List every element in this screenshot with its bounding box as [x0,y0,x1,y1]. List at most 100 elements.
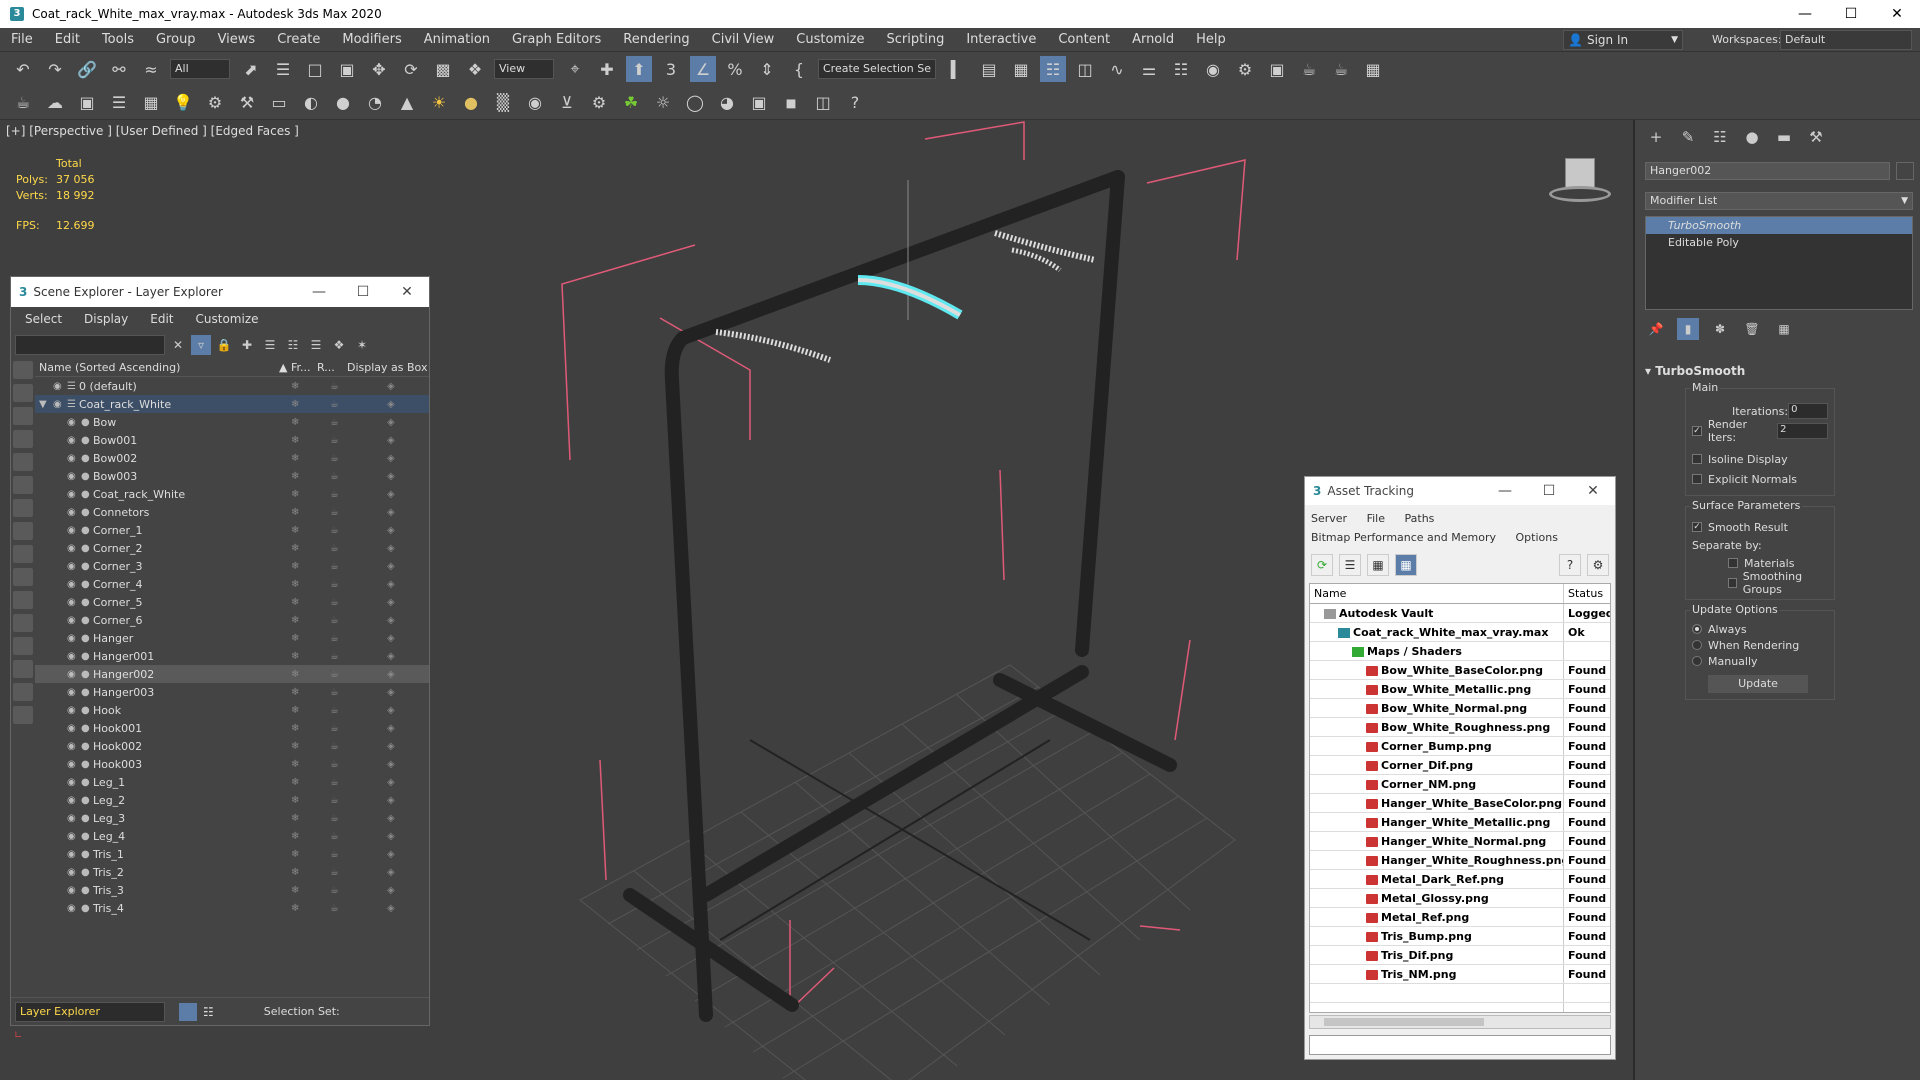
menu-file[interactable]: File [0,32,44,47]
bind-space-warp-icon[interactable]: ≈ [138,56,164,82]
modify-tab-icon[interactable]: ✎ [1675,124,1701,150]
display-box-icon[interactable]: ◈ [387,651,395,662]
se-menu-display[interactable]: Display [84,312,128,326]
asset-row[interactable]: Autodesk Vault Logged [1310,604,1610,623]
asset-row[interactable]: Metal_Dark_Ref.png Found [1310,870,1610,889]
freeze-icon[interactable]: ❄ [291,867,299,878]
render-teapot-icon[interactable]: ☕ [330,705,339,716]
maximize-icon[interactable]: ☐ [1828,0,1874,28]
menu-graph-editors[interactable]: Graph Editors [501,32,612,47]
render-teapot-icon[interactable]: ☕ [330,723,339,734]
at-menu-file[interactable]: File [1367,512,1385,525]
plant-icon[interactable]: ☘ [618,90,644,116]
visibility-eye-icon[interactable]: ◉ [67,633,76,644]
help-icon[interactable]: ? [1559,554,1581,576]
rendered-frame-icon[interactable]: ▣ [1264,56,1290,82]
scene-tree-row[interactable]: ◉ ● Tris_3 ❄ ☕ ◈ [35,881,429,899]
scene-tree-row[interactable]: ◉ ● Leg_3 ❄ ☕ ◈ [35,809,429,827]
freeze-icon[interactable]: ❄ [291,687,299,698]
filter-none-icon[interactable] [13,660,33,678]
render-teapot-icon[interactable]: ☕ [330,795,339,806]
filter-shapes-icon[interactable] [13,384,33,402]
filter-funnel-icon[interactable] [13,706,33,724]
render-setup-icon[interactable]: ⚙ [1232,56,1258,82]
at-menu-options[interactable]: Options [1515,531,1557,544]
scene-tree-row[interactable]: ◉ ● Leg_2 ❄ ☕ ◈ [35,791,429,809]
sphere-icon[interactable]: ● [330,90,356,116]
rollout-title[interactable]: ▾ TurboSmooth [1645,364,1913,382]
render-teapot-icon[interactable]: ☕ [330,435,339,446]
render-teapot-icon[interactable]: ☕ [330,813,339,824]
col-name-header[interactable]: Name [1310,584,1564,603]
freeze-icon[interactable]: ❄ [291,525,299,536]
asset-row[interactable]: Metal_Glossy.png Found [1310,889,1610,908]
menu-create[interactable]: Create [266,32,331,47]
visibility-eye-icon[interactable]: ◉ [67,561,76,572]
spinner-snap-icon[interactable]: ⇕ [754,56,780,82]
menu-rendering[interactable]: Rendering [612,32,700,47]
render-teapot-icon[interactable]: ☕ [330,651,339,662]
scene-tree-row[interactable]: ◉ ● Bow003 ❄ ☕ ◈ [35,467,429,485]
freeze-icon[interactable]: ❄ [291,417,299,428]
display-box-icon[interactable]: ◈ [387,597,395,608]
filter-spacewarps-icon[interactable] [13,476,33,494]
scene-tree-row[interactable]: ◉ ● Tris_4 ❄ ☕ ◈ [35,899,429,917]
freeze-icon[interactable]: ❄ [291,795,299,806]
scene-tree-row[interactable]: ◉ ● Hook002 ❄ ☕ ◈ [35,737,429,755]
visibility-eye-icon[interactable]: ◉ [67,831,76,842]
close-icon[interactable]: ✕ [385,284,429,300]
frame-buffer-icon[interactable]: ◾ [778,90,804,116]
window-crossing-icon[interactable]: ▣ [334,56,360,82]
filter-xrefs-icon[interactable] [13,522,33,540]
scene-tree-row[interactable]: ◉ ● Hanger003 ❄ ☕ ◈ [35,683,429,701]
freeze-icon[interactable]: ❄ [291,597,299,608]
menu-animation[interactable]: Animation [413,32,501,47]
display-box-icon[interactable]: ◈ [387,741,395,752]
asset-row[interactable]: Tris_NM.png Found [1310,965,1610,984]
filter-all-icon[interactable] [13,637,33,655]
visibility-eye-icon[interactable]: ◉ [67,687,76,698]
render-teapot-icon[interactable]: ☕ [330,831,339,842]
thumbnail-view-icon[interactable]: ▦ [1367,554,1389,576]
asset-row[interactable]: Hanger_White_Roughness.png Found [1310,851,1610,870]
asset-row[interactable]: Corner_Dif.png Found [1310,756,1610,775]
help-icon[interactable]: ? [842,90,868,116]
menu-arnold[interactable]: Arnold [1121,32,1185,47]
menu-edit[interactable]: Edit [44,32,91,47]
render-teapot-icon[interactable]: ☕ [330,579,339,590]
filter-helpers-icon[interactable] [13,453,33,471]
select-object-icon[interactable]: ⬈ [238,56,264,82]
render-icon[interactable]: ⚙ [202,90,228,116]
visibility-eye-icon[interactable]: ◉ [67,525,76,536]
display-box-icon[interactable]: ◈ [387,579,395,590]
list-icon[interactable]: ☰ [106,90,132,116]
unlink-icon[interactable]: ⚯ [106,56,132,82]
freeze-icon[interactable]: ❄ [291,813,299,824]
gear-icon[interactable]: ⚙ [586,90,612,116]
render-teapot-icon[interactable]: ☕ [330,759,339,770]
minimize-icon[interactable]: — [297,284,341,300]
display-box-icon[interactable]: ◈ [387,381,395,392]
render-iterative-icon[interactable]: ☕ [1328,56,1354,82]
freeze-icon[interactable]: ❄ [291,543,299,554]
select-manipulate-icon[interactable]: ✚ [594,56,620,82]
hdri-icon[interactable]: ☼ [650,90,676,116]
visibility-eye-icon[interactable]: ◉ [67,723,76,734]
maximize-icon[interactable]: ☐ [341,284,385,300]
visibility-eye-icon[interactable]: ◉ [67,903,76,914]
render-teapot-icon[interactable]: ☕ [330,489,339,500]
edit-named-sets-icon[interactable]: { [786,56,812,82]
display-box-icon[interactable]: ◈ [387,525,395,536]
display-box-icon[interactable]: ◈ [387,399,395,410]
freeze-icon[interactable]: ❄ [291,579,299,590]
freeze-icon[interactable]: ❄ [291,903,299,914]
layer-explorer-icon[interactable]: ☷ [1040,56,1066,82]
schematic-view-icon[interactable]: ☷ [1168,56,1194,82]
fingerprint-icon[interactable]: ◯ [682,90,708,116]
filter-bones-icon[interactable] [13,545,33,563]
filter-invert-icon[interactable] [13,683,33,701]
always-radio[interactable] [1692,624,1702,634]
display-box-icon[interactable]: ◈ [387,813,395,824]
scene-tree-row[interactable]: ◉ ● Corner_3 ❄ ☕ ◈ [35,557,429,575]
minimize-icon[interactable]: — [1483,483,1527,499]
